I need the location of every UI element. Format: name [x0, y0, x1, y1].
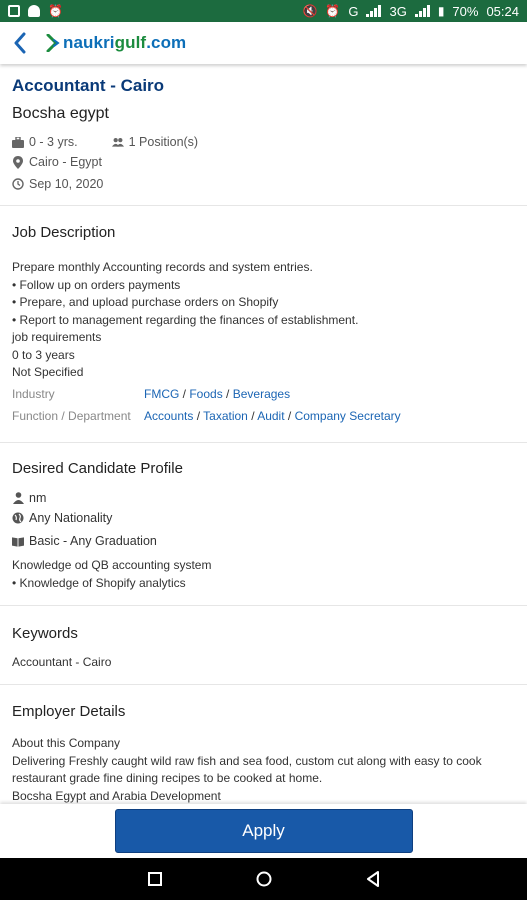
signal-icon-2 [414, 5, 430, 17]
keywords-heading: Keywords [12, 625, 78, 642]
company-description-cutoff: Bocsha Egypt and Arabia Development [12, 788, 221, 803]
app-bar: naukrigulf.com [0, 22, 527, 64]
industry-row: Industry FMCG / Foods / Beverages [12, 386, 291, 401]
location: Cairo - Egypt [12, 155, 102, 169]
circle-icon [256, 871, 271, 887]
function-label: Function / Department [12, 408, 131, 423]
battery-icon: ▮ [437, 4, 445, 18]
back-button[interactable] [0, 22, 40, 64]
person-icon [12, 492, 24, 504]
nationality: Any Nationality [12, 511, 112, 525]
job-title: Accountant - Cairo [12, 76, 165, 95]
location-pin-icon [12, 155, 24, 169]
logo-mark-icon [46, 34, 60, 52]
apply-bar: Apply [0, 804, 527, 858]
globe-icon [12, 512, 24, 524]
alarm-status-icon: ⏰ [325, 4, 341, 18]
candidate-profile-text: Knowledge od QB accounting system • Know… [12, 558, 212, 590]
recent-apps-button[interactable] [143, 867, 167, 891]
app-notification-icon [28, 5, 40, 17]
function-link-company-secretary[interactable]: Company Secretary [295, 409, 401, 423]
employer-heading: Employer Details [12, 703, 126, 720]
company-description: Delivering Freshly caught wild raw fish … [12, 753, 482, 786]
employer-section: Employer Details About this Company Deli… [0, 685, 527, 804]
network-type-2: 3G [389, 3, 407, 19]
logo-text-gulf: gulf [114, 33, 147, 52]
keywords-section: Keywords Accountant - Cairo [0, 606, 527, 685]
employer-text: About this Company Delivering Freshly ca… [12, 735, 515, 804]
people-icon [111, 136, 124, 148]
industry-label: Industry [12, 386, 55, 401]
candidate-profile-section: Desired Candidate Profile nm Any Nationa… [0, 443, 527, 606]
function-link-accounts[interactable]: Accounts [144, 409, 193, 423]
job-detail-content[interactable]: Accountant - Cairo Bocsha egypt 0 - 3 yr… [0, 64, 527, 804]
triangle-back-icon [366, 871, 379, 887]
logo-text-naukri: naukri [63, 33, 115, 52]
job-description-text: Prepare monthly Accounting records and s… [12, 260, 359, 379]
candidate-profile-heading: Desired Candidate Profile [12, 460, 183, 477]
naukrigulf-logo: naukrigulf.com [46, 33, 186, 53]
job-description-heading: Job Description [12, 224, 116, 241]
apply-button[interactable]: Apply [114, 809, 413, 853]
job-header-section: Accountant - Cairo Bocsha egypt 0 - 3 yr… [0, 64, 527, 206]
logo-text-com: .com [146, 33, 187, 52]
briefcase-icon [12, 136, 24, 148]
posted-date: Sep 10, 2020 [12, 177, 103, 191]
company-name: Bocsha egypt [12, 105, 109, 122]
gender: nm [12, 491, 46, 505]
function-link-taxation[interactable]: Taxation [203, 409, 248, 423]
mute-icon: 🔇 [302, 4, 318, 18]
book-icon [12, 535, 24, 547]
job-description-section: Job Description Prepare monthly Accounti… [0, 206, 527, 443]
education: Basic - Any Graduation [12, 534, 157, 548]
alarm-icon: ⏰ [48, 4, 63, 18]
home-button[interactable] [252, 867, 276, 891]
function-row: Function / Department Accounts / Taxatio… [12, 408, 401, 423]
signal-icon [366, 5, 382, 17]
network-type: G [348, 3, 359, 19]
status-bar: ⏰ 🔇 ⏰ G 3G ▮ 70% 05:24 [0, 0, 527, 22]
about-company-label: About this Company [12, 736, 121, 750]
function-link-audit[interactable]: Audit [257, 409, 284, 423]
industry-link-foods[interactable]: Foods [189, 387, 222, 401]
nav-back-button[interactable] [361, 867, 385, 891]
clock-icon [12, 178, 24, 190]
android-nav-bar [0, 858, 527, 900]
clock: 05:24 [486, 3, 519, 19]
industry-link-beverages[interactable]: Beverages [233, 387, 290, 401]
battery-level: 70% [452, 3, 479, 19]
industry-link-fmcg[interactable]: FMCG [144, 387, 179, 401]
keywords-value: Accountant - Cairo [12, 655, 112, 669]
notification-icon [8, 5, 20, 17]
experience: 0 - 3 yrs. [12, 135, 78, 149]
square-icon [147, 872, 162, 886]
back-arrow-icon [14, 32, 26, 54]
positions: 1 Position(s) [111, 135, 198, 149]
